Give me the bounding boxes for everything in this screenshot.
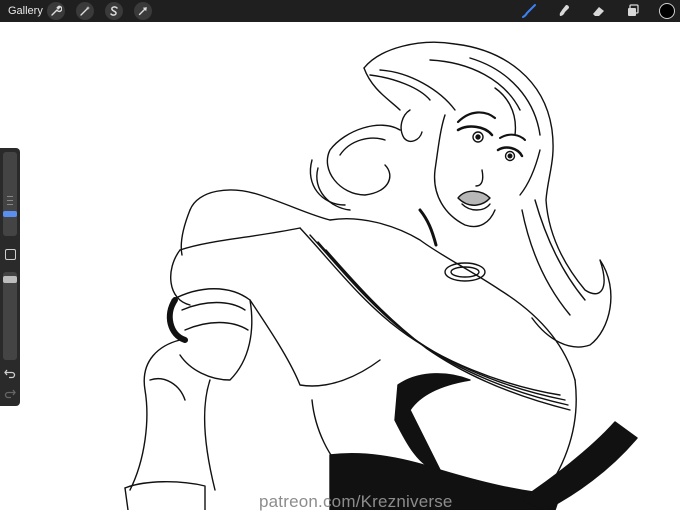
eraser-icon[interactable]: [589, 2, 607, 20]
watermark-text: patreon.com/Krezniverse: [259, 492, 453, 511]
smudge-icon[interactable]: [555, 2, 573, 20]
top-toolbar: Gallery: [0, 0, 680, 22]
selection-s-icon[interactable]: [105, 2, 123, 20]
line-art-illustration: [124, 41, 638, 511]
magic-wand-icon[interactable]: [76, 2, 94, 20]
color-picker-button[interactable]: [659, 3, 675, 19]
brush-icon[interactable]: [520, 2, 538, 20]
gallery-button[interactable]: Gallery: [8, 0, 43, 22]
layers-icon[interactable]: [624, 2, 642, 20]
drawing-canvas[interactable]: patreon.com/Krezniverse: [0, 22, 680, 511]
wrench-icon[interactable]: [47, 2, 65, 20]
transform-arrow-icon[interactable]: [134, 2, 152, 20]
